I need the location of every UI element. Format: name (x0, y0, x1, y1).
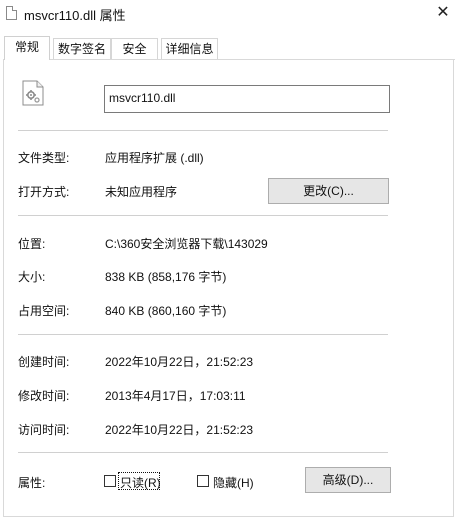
readonly-checkbox[interactable] (104, 475, 116, 487)
location-value: C:\360安全浏览器下载\143029 (105, 237, 268, 251)
location-label: 位置: (18, 237, 46, 251)
accessed-label: 访问时间: (18, 423, 70, 437)
dll-gear-file-icon (22, 80, 44, 106)
attributes-label: 属性: (18, 476, 46, 490)
modified-label: 修改时间: (18, 389, 70, 403)
tab-security[interactable]: 安全 (111, 38, 158, 59)
size-on-disk-value: 840 KB (860,160 字节) (105, 304, 227, 318)
tab-general[interactable]: 常规 (4, 36, 50, 60)
window-title: msvcr110.dll 属性 (24, 8, 126, 23)
open-with-label: 打开方式: (18, 185, 70, 199)
close-icon[interactable]: ✕ (430, 2, 456, 24)
separator (18, 334, 388, 335)
modified-value: 2013年4月17日，17:03:11 (105, 389, 246, 403)
readonly-label[interactable]: 只读(R) (120, 474, 161, 491)
hidden-label[interactable]: 隐藏(H) (213, 474, 254, 491)
file-icon (6, 6, 17, 20)
tab-details[interactable]: 详细信息 (161, 38, 218, 59)
separator (18, 130, 388, 131)
accessed-value: 2022年10月22日，21:52:23 (105, 423, 254, 437)
advanced-button[interactable]: 高级(D)... (305, 467, 391, 493)
created-value: 2022年10月22日，21:52:23 (105, 355, 254, 369)
change-button[interactable]: 更改(C)... (268, 178, 389, 204)
size-on-disk-label: 占用空间: (18, 304, 70, 318)
open-with-value: 未知应用程序 (105, 185, 178, 199)
file-name-field[interactable]: msvcr110.dll (104, 85, 390, 113)
separator (18, 215, 388, 216)
file-type-value: 应用程序扩展 (.dll) (105, 151, 204, 165)
tab-digital-signatures[interactable]: 数字签名 (53, 38, 111, 59)
file-type-label: 文件类型: (18, 151, 70, 165)
hidden-checkbox[interactable] (197, 475, 209, 487)
separator (18, 452, 388, 453)
size-label: 大小: (18, 270, 46, 284)
size-value: 838 KB (858,176 字节) (105, 270, 227, 284)
created-label: 创建时间: (18, 355, 70, 369)
general-panel (3, 59, 454, 517)
